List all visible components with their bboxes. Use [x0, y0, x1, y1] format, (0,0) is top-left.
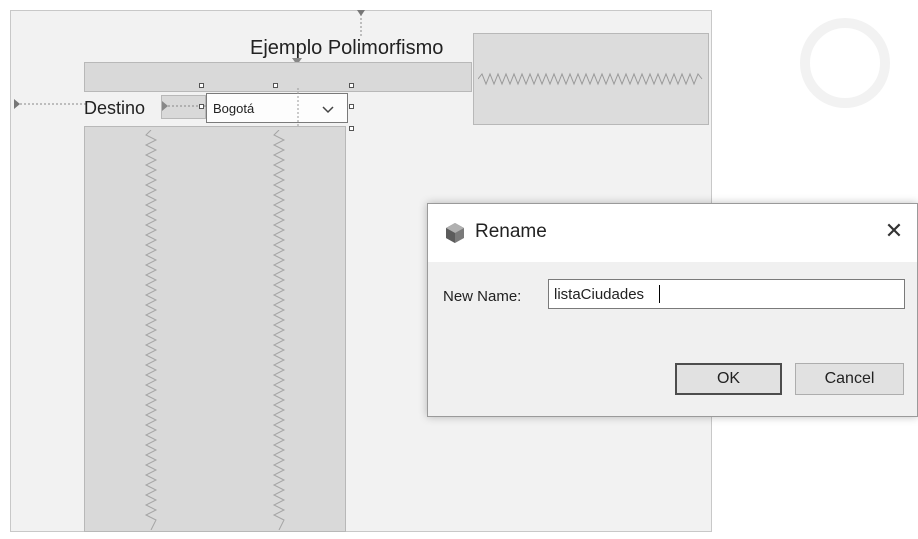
combobox-value: Bogotá [213, 101, 255, 116]
selection-handle[interactable] [349, 126, 354, 131]
new-name-value: listaCiudades [554, 286, 645, 303]
panel-zigzag-right [272, 130, 286, 530]
new-name-input[interactable]: listaCiudades [548, 279, 905, 309]
vertical-guide [297, 88, 299, 128]
new-name-label: New Name: [443, 288, 522, 305]
panel-zigzag-decoration [478, 72, 703, 86]
selection-handle[interactable] [199, 83, 204, 88]
cancel-button[interactable]: Cancel [795, 363, 904, 395]
form-title-label[interactable]: Ejemplo Polimorfismo [250, 37, 443, 60]
header-panel[interactable] [84, 62, 472, 92]
left-anchor-guide [14, 99, 86, 109]
selection-handle[interactable] [199, 104, 204, 109]
selection-handle[interactable] [349, 83, 354, 88]
chevron-down-icon [322, 106, 334, 114]
netbeans-cube-icon [446, 223, 464, 243]
dialog-titlebar[interactable]: Rename ✕ [428, 204, 917, 262]
rename-dialog: Rename ✕ New Name: listaCiudades OK Canc… [427, 203, 918, 417]
destino-label[interactable]: Destino [84, 98, 145, 119]
list-panel[interactable] [84, 126, 346, 532]
panel-zigzag-left [144, 130, 158, 530]
selection-handle[interactable] [273, 83, 278, 88]
ciudad-combobox[interactable]: Bogotá [206, 93, 348, 123]
text-cursor [659, 285, 660, 303]
selection-handle[interactable] [349, 104, 354, 109]
anchor-top-icon [357, 10, 365, 36]
dialog-title: Rename [475, 221, 547, 242]
background-circle-decoration [800, 18, 890, 108]
close-icon[interactable]: ✕ [883, 218, 905, 244]
ok-button[interactable]: OK [675, 363, 782, 395]
